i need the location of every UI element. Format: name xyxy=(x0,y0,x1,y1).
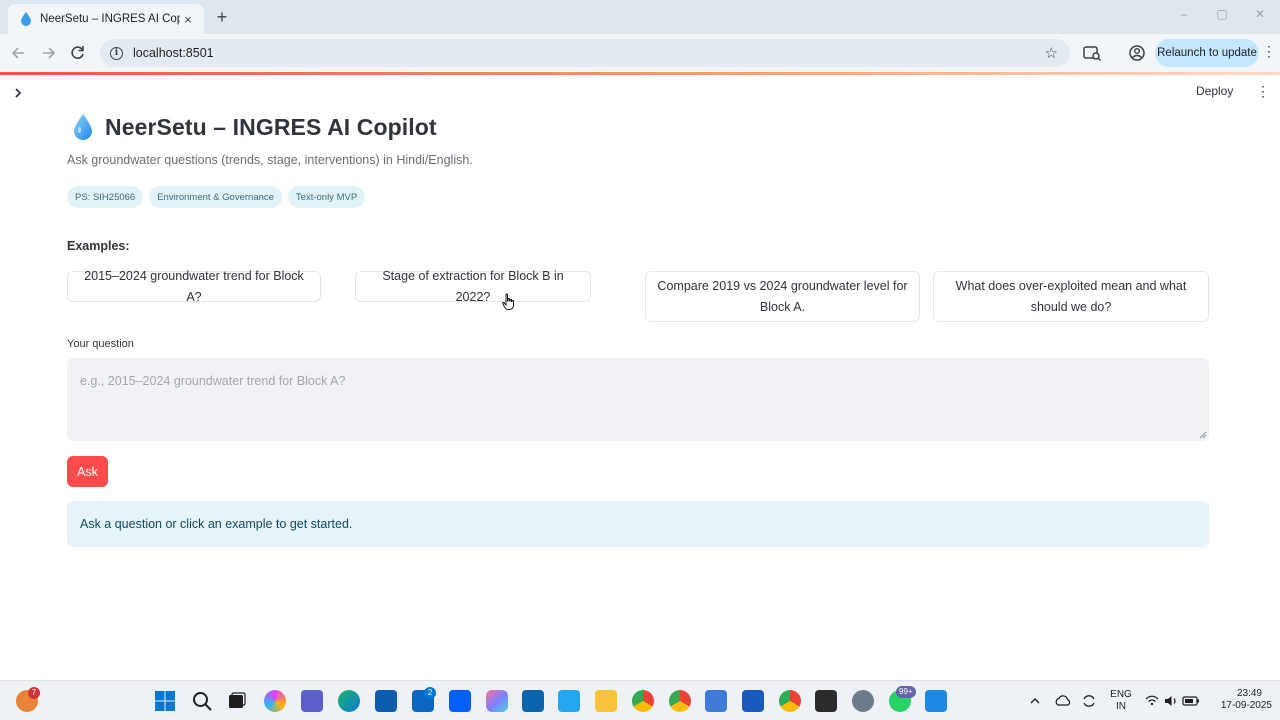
new-tab-button[interactable]: + xyxy=(212,6,232,28)
wifi-icon[interactable] xyxy=(1144,690,1160,712)
terminal-icon[interactable] xyxy=(815,690,837,712)
minimize-button[interactable]: – xyxy=(1174,7,1194,21)
windows-start-icon[interactable] xyxy=(154,690,176,712)
browser-tabstrip: NeerSetu – INGRES AI Copilot × + – ▢ ✕ xyxy=(0,0,1280,34)
back-icon[interactable] xyxy=(8,42,30,64)
question-placeholder: e.g., 2015–2024 groundwater trend for Bl… xyxy=(80,374,346,388)
info-alert: Ask a question or click an example to ge… xyxy=(67,501,1209,547)
water-drop-icon xyxy=(21,12,31,26)
chrome-icon[interactable] xyxy=(632,690,654,712)
example-button-1[interactable]: 2015–2024 groundwater trend for Block A? xyxy=(67,269,321,304)
dropbox-icon[interactable] xyxy=(449,690,471,712)
streamlit-top-decoration xyxy=(0,72,1280,75)
example-button-4[interactable]: What does over-exploited mean and what s… xyxy=(933,271,1209,322)
examples-heading: Examples: xyxy=(67,239,130,253)
chrome-app-icon[interactable] xyxy=(779,690,801,712)
copilot-icon[interactable] xyxy=(264,690,286,712)
battery-icon[interactable] xyxy=(1182,690,1200,712)
example-button-3[interactable]: Compare 2019 vs 2024 groundwater level f… xyxy=(645,271,920,322)
question-label: Your question xyxy=(67,338,134,350)
reload-icon[interactable] xyxy=(67,42,89,64)
show-hidden-icons-chevron-icon[interactable] xyxy=(1028,690,1042,712)
address-bar[interactable]: i localhost:8501 ☆ xyxy=(100,39,1070,67)
outlook-badge: 2 xyxy=(424,687,436,699)
volume-icon[interactable] xyxy=(1163,690,1179,712)
tab-close-icon[interactable]: × xyxy=(180,12,196,27)
info-message: Ask a question or click an example to ge… xyxy=(80,517,353,531)
maximize-button[interactable]: ▢ xyxy=(1212,7,1232,21)
system-clock[interactable]: 23:49 17-09-2025 xyxy=(1204,688,1276,712)
profile-icon[interactable] xyxy=(1126,42,1148,64)
edge-icon[interactable] xyxy=(338,690,360,712)
water-drop-icon xyxy=(74,114,92,140)
forward-icon[interactable] xyxy=(37,42,59,64)
relaunch-to-update-button[interactable]: Relaunch to update xyxy=(1155,39,1259,67)
search-icon[interactable] xyxy=(191,690,213,712)
page-subtitle: Ask groundwater questions (trends, stage… xyxy=(67,153,473,167)
badge-row: PS: SIH25066 Environment & Governance Te… xyxy=(67,186,366,208)
clock-date: 17-09-2025 xyxy=(1220,700,1272,711)
page-title: NeerSetu – INGRES AI Copilot xyxy=(105,113,437,140)
url-text: localhost:8501 xyxy=(133,46,214,60)
question-textarea[interactable]: e.g., 2015–2024 groundwater trend for Bl… xyxy=(67,358,1209,441)
deploy-button[interactable]: Deploy xyxy=(1196,84,1233,98)
google-lens-icon[interactable] xyxy=(1081,42,1103,64)
tab-title: NeerSetu – INGRES AI Copilot xyxy=(40,13,180,25)
task-view-icon[interactable] xyxy=(226,690,248,712)
pinned-app-icon[interactable] xyxy=(925,690,947,712)
clock-time: 23:49 xyxy=(1236,688,1262,699)
language-code: ENG xyxy=(1110,689,1132,700)
widgets-badge: 7 xyxy=(28,687,40,699)
close-window-button[interactable]: ✕ xyxy=(1250,7,1270,21)
bookmark-star-icon[interactable]: ☆ xyxy=(1045,44,1058,62)
badge-mvp: Text-only MVP xyxy=(287,186,366,208)
site-info-icon[interactable]: i xyxy=(110,46,123,60)
badge-problem-statement: PS: SIH25066 xyxy=(67,186,144,208)
chrome-profile-icon[interactable] xyxy=(669,690,691,712)
onedrive-cloud-icon[interactable] xyxy=(1054,690,1072,712)
badge-category: Environment & Governance xyxy=(149,186,282,208)
app-menu-icon[interactable]: ⋮ xyxy=(1256,83,1270,100)
language-region: IN xyxy=(1116,701,1126,712)
vscode-icon[interactable] xyxy=(558,690,580,712)
input-language-indicator[interactable]: ENG IN xyxy=(1108,689,1134,713)
windows-taskbar: 7 2 99+ ENG IN 23:49 17-09-2025 xyxy=(0,680,1280,720)
resize-grip-icon[interactable] xyxy=(1199,431,1207,439)
browser-menu-icon[interactable]: ⋮ xyxy=(1262,43,1276,60)
browser-toolbar: i localhost:8501 ☆ Relaunch to update ⋮ xyxy=(0,34,1280,72)
microsoft-365-icon[interactable] xyxy=(486,690,508,712)
browser-tab-active[interactable]: NeerSetu – INGRES AI Copilot × xyxy=(8,4,204,34)
sidebar-expand-chevron-icon[interactable] xyxy=(10,84,26,102)
word-icon[interactable] xyxy=(742,690,764,712)
notepad-icon[interactable] xyxy=(705,690,727,712)
teams-icon[interactable] xyxy=(301,690,323,712)
example-button-2[interactable]: Stage of extraction for Block B in 2022? xyxy=(355,269,591,304)
outlook-icon[interactable] xyxy=(522,690,544,712)
hand-pointer-cursor-icon xyxy=(502,293,514,310)
sync-icon[interactable] xyxy=(1080,690,1098,712)
whatsapp-badge: 99+ xyxy=(896,686,916,698)
microsoft-store-icon[interactable] xyxy=(375,690,397,712)
settings-gear-icon[interactable] xyxy=(852,690,874,712)
ask-button[interactable]: Ask xyxy=(67,456,108,487)
page-header: NeerSetu – INGRES AI Copilot xyxy=(72,113,437,141)
file-explorer-icon[interactable] xyxy=(595,690,617,712)
